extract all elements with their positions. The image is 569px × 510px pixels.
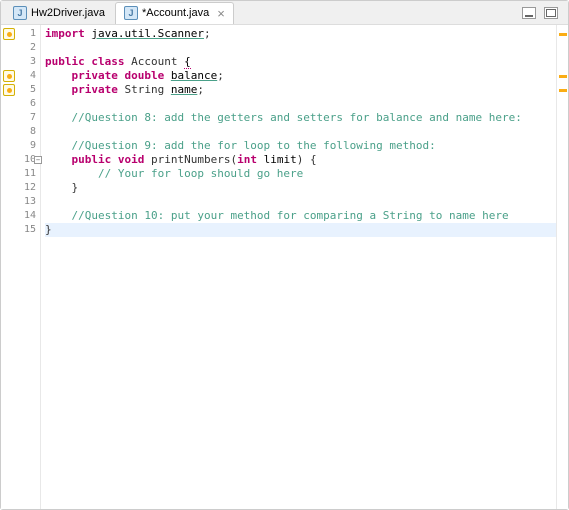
line-number: 12 (17, 181, 36, 195)
marker-column (1, 25, 17, 509)
code-line[interactable] (45, 195, 556, 209)
marker-slot (1, 223, 17, 237)
code-line[interactable] (45, 125, 556, 139)
overview-ruler[interactable] (556, 25, 568, 509)
marker-slot (1, 167, 17, 181)
marker-slot (1, 55, 17, 69)
line-number: 1 (17, 27, 36, 41)
marker-slot (1, 153, 17, 167)
overview-marker-slot (557, 153, 568, 167)
line-number: 14 (17, 209, 36, 223)
line-number: 10− (17, 153, 36, 167)
marker-slot (1, 111, 17, 125)
overview-marker-slot (557, 223, 568, 237)
editor-area: 12345678910−1112131415 import java.util.… (1, 25, 568, 509)
java-file-icon: J (13, 6, 27, 20)
warning-icon[interactable] (3, 84, 15, 96)
code-line[interactable] (45, 97, 556, 111)
warning-marker[interactable] (559, 33, 567, 36)
toolbar-right (522, 7, 564, 19)
code-area[interactable]: import java.util.Scanner; public class Ac… (41, 25, 556, 509)
minimize-button[interactable] (522, 7, 536, 19)
marker-slot (1, 209, 17, 223)
overview-marker-slot (557, 139, 568, 153)
close-icon[interactable]: × (217, 6, 225, 21)
code-line[interactable]: //Question 8: add the getters and setter… (45, 111, 556, 125)
marker-slot (1, 139, 17, 153)
marker-slot (1, 69, 17, 83)
code-line[interactable]: // Your for loop should go here (45, 167, 556, 181)
line-number: 4 (17, 69, 36, 83)
line-number: 13 (17, 195, 36, 209)
line-number: 5 (17, 83, 36, 97)
overview-marker-slot (557, 41, 568, 55)
warning-icon[interactable] (3, 70, 15, 82)
marker-slot (1, 125, 17, 139)
overview-marker-slot (557, 125, 568, 139)
marker-slot (1, 97, 17, 111)
overview-marker-slot (557, 97, 568, 111)
marker-slot (1, 41, 17, 55)
tab-bar: J Hw2Driver.java J *Account.java × (1, 1, 568, 25)
warning-marker[interactable] (559, 75, 567, 78)
tab-account[interactable]: J *Account.java × (115, 2, 234, 24)
code-line[interactable]: //Question 10: put your method for compa… (45, 209, 556, 223)
overview-marker-slot (557, 69, 568, 83)
overview-marker-slot (557, 83, 568, 97)
marker-slot (1, 83, 17, 97)
overview-marker-slot (557, 209, 568, 223)
code-line[interactable]: private String name; (45, 83, 556, 97)
overview-marker-slot (557, 181, 568, 195)
line-number: 9 (17, 139, 36, 153)
line-gutter[interactable]: 12345678910−1112131415 (17, 25, 41, 509)
tab-label: Hw2Driver.java (31, 7, 105, 19)
line-number: 3 (17, 55, 36, 69)
marker-slot (1, 27, 17, 41)
line-number: 2 (17, 41, 36, 55)
tab-label: *Account.java (142, 7, 209, 19)
code-line[interactable]: public void printNumbers(int limit) { (45, 153, 556, 167)
overview-marker-slot (557, 27, 568, 41)
tab-hw2driver[interactable]: J Hw2Driver.java (5, 2, 113, 24)
line-number: 11 (17, 167, 36, 181)
code-line[interactable]: //Question 9: add the for loop to the fo… (45, 139, 556, 153)
line-number: 8 (17, 125, 36, 139)
code-line[interactable]: } (45, 223, 556, 237)
marker-slot (1, 181, 17, 195)
marker-slot (1, 195, 17, 209)
line-number: 6 (17, 97, 36, 111)
overview-marker-slot (557, 167, 568, 181)
code-line[interactable]: } (45, 181, 556, 195)
warning-marker[interactable] (559, 89, 567, 92)
line-number: 7 (17, 111, 36, 125)
warning-icon[interactable] (3, 28, 15, 40)
code-line[interactable]: public class Account { (45, 55, 556, 69)
code-line[interactable]: private double balance; (45, 69, 556, 83)
overview-marker-slot (557, 111, 568, 125)
java-file-icon: J (124, 6, 138, 20)
maximize-button[interactable] (544, 7, 558, 19)
code-line[interactable] (45, 41, 556, 55)
code-line[interactable]: import java.util.Scanner; (45, 27, 556, 41)
line-number: 15 (17, 223, 36, 237)
overview-marker-slot (557, 55, 568, 69)
overview-marker-slot (557, 195, 568, 209)
